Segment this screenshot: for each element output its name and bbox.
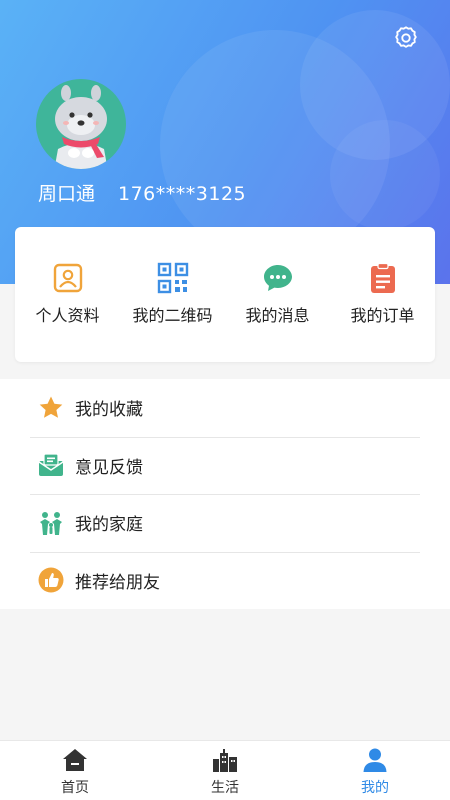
- star-icon: [39, 396, 63, 418]
- quick-action-messages[interactable]: 我的消息: [225, 227, 330, 362]
- user-icon: [363, 748, 387, 772]
- menu-item-label: 推荐给朋友: [75, 572, 160, 593]
- quick-action-label: 我的消息: [245, 306, 310, 325]
- menu-item-label: 我的家庭: [75, 515, 143, 536]
- tab-label: 生活: [211, 780, 239, 796]
- quick-actions-card: 个人资料 我的二维码 我的消息 我的订单: [15, 227, 435, 362]
- menu-item-recommend[interactable]: 推荐给朋友: [0, 551, 450, 610]
- settings-menu: 我的收藏 意见反馈 我的家庭 推荐给朋友: [0, 379, 450, 609]
- menu-item-label: 意见反馈: [75, 457, 143, 478]
- feedback-mail-icon: [38, 453, 64, 477]
- quick-action-profile[interactable]: 个人资料: [15, 227, 120, 362]
- quick-action-label: 我的二维码: [132, 306, 213, 325]
- quick-action-qrcode[interactable]: 我的二维码: [120, 227, 225, 362]
- bottom-tab-bar: 首页 生活 我的: [0, 740, 450, 800]
- quick-action-label: 我的订单: [350, 306, 415, 325]
- user-phone: 176****3125: [118, 183, 247, 205]
- family-icon: [40, 511, 62, 535]
- tab-life[interactable]: 生活: [150, 741, 300, 800]
- home-icon: [63, 749, 87, 771]
- qr-code-icon: [157, 262, 188, 294]
- menu-item-favorites[interactable]: 我的收藏: [0, 379, 450, 437]
- tab-home[interactable]: 首页: [0, 741, 150, 800]
- settings-gear-icon[interactable]: [392, 24, 420, 52]
- message-bubble-icon: [263, 265, 292, 291]
- menu-item-label: 我的收藏: [75, 400, 143, 421]
- quick-action-orders[interactable]: 我的订单: [330, 227, 435, 362]
- menu-item-feedback[interactable]: 意见反馈: [0, 436, 450, 495]
- city-buildings-icon: [213, 749, 237, 772]
- profile-card-icon: [53, 263, 82, 293]
- tab-mine[interactable]: 我的: [300, 741, 450, 800]
- avatar[interactable]: [36, 79, 126, 169]
- tab-label: 我的: [361, 780, 389, 796]
- decor-circle: [330, 120, 440, 230]
- quick-action-label: 个人资料: [35, 306, 100, 325]
- user-name: 周口通: [38, 183, 96, 205]
- order-clipboard-icon: [370, 262, 395, 293]
- menu-item-family[interactable]: 我的家庭: [0, 494, 450, 552]
- thumbs-up-icon: [38, 567, 64, 593]
- tab-label: 首页: [61, 780, 89, 796]
